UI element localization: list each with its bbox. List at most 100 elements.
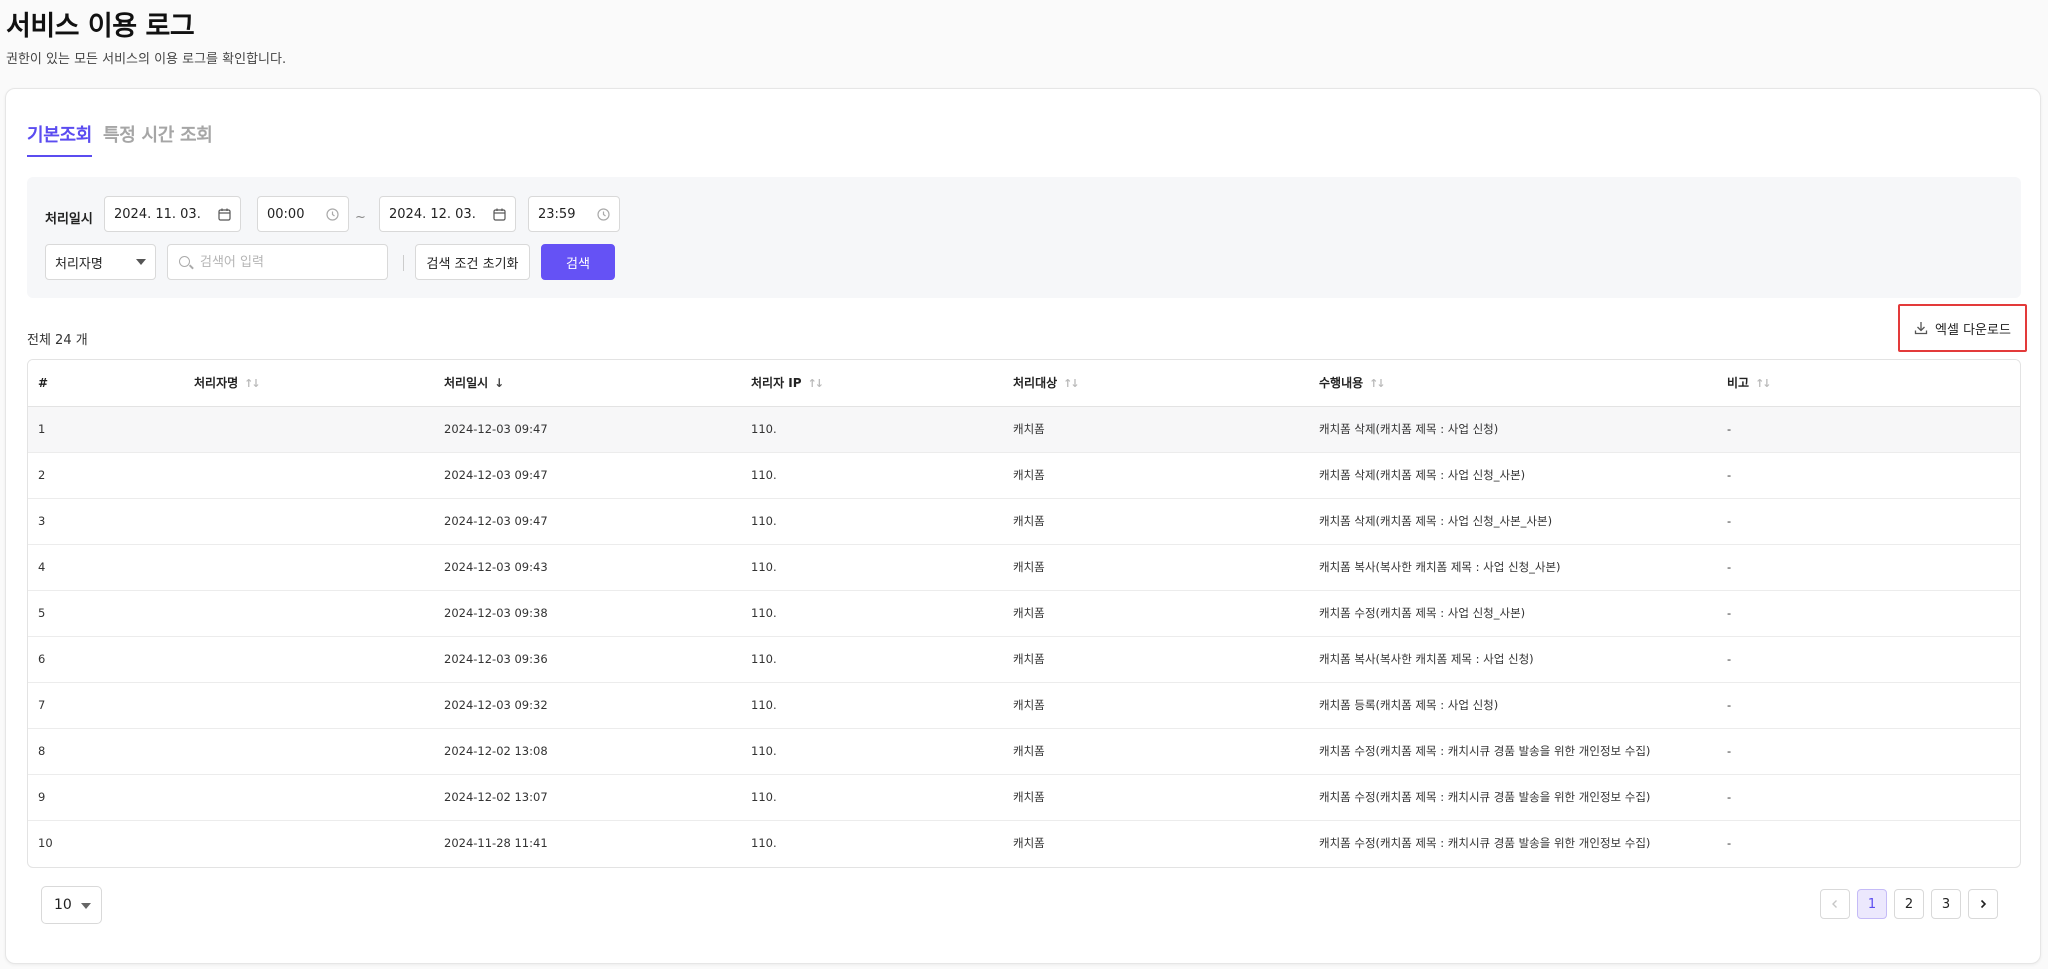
- table-row[interactable]: 6 2024-12-03 09:36 110. 캐치폼 캐치폼 복사(복사한 캐…: [28, 636, 2020, 683]
- cell-no: 2: [28, 452, 184, 499]
- cell-target: 캐치폼: [1003, 682, 1309, 729]
- cell-action: 캐치폼 삭제(캐치폼 제목 : 사업 신청): [1309, 406, 1717, 453]
- page-root: 서비스 이용 로그 권한이 있는 모든 서비스의 이용 로그를 확인합니다. 기…: [0, 0, 2048, 969]
- cell-note: -: [1717, 636, 2020, 683]
- table-row[interactable]: 8 2024-12-02 13:08 110. 캐치폼 캐치폼 수정(캐치폼 제…: [28, 728, 2020, 775]
- calendar-icon: [218, 208, 231, 221]
- cell-user: [184, 406, 434, 453]
- cell-note: -: [1717, 590, 2020, 637]
- cell-target: 캐치폼: [1003, 406, 1309, 453]
- cell-user: [184, 636, 434, 683]
- cell-note: -: [1727, 836, 1732, 851]
- end-date-input[interactable]: 2024. 12. 03.: [379, 196, 516, 232]
- total-count: 전체 24 개: [27, 333, 88, 348]
- end-date-value: 2024. 12. 03.: [389, 206, 476, 222]
- col-header-note[interactable]: 비고 ↑↓: [1717, 360, 2020, 407]
- cell-ip: 110.: [741, 636, 1003, 683]
- cell-target: 캐치폼: [1003, 636, 1309, 683]
- tab-bar: 기본조회 특정 시간 조회: [27, 121, 224, 157]
- cell-target: 캐치폼: [1003, 452, 1309, 499]
- cell-ip: 110.: [741, 590, 1003, 637]
- sort-desc-icon[interactable]: ↓: [494, 376, 504, 390]
- col-header-ip[interactable]: 처리자 IP ↑↓: [741, 360, 1003, 407]
- cell-note: -: [1717, 728, 2020, 775]
- cell-ip: 110.: [741, 682, 1003, 729]
- search-input-wrapper[interactable]: [167, 244, 388, 280]
- main-card: 기본조회 특정 시간 조회 처리일시 2024. 11. 03. 00:00 ~…: [5, 88, 2041, 964]
- cell-action: 캐치폼 수정(캐치폼 제목 : 캐치시큐 경품 발송을 위한 개인정보 수집): [1309, 774, 1717, 821]
- page-3-button[interactable]: 3: [1931, 889, 1961, 919]
- cell-action: 캐치폼 수정(캐치폼 제목 : 캐치시큐 경품 발송을 위한 개인정보 수집): [1319, 836, 1651, 851]
- date-range-separator: ~: [355, 210, 366, 225]
- cell-target: 캐치폼: [1003, 590, 1309, 637]
- col-header-datetime[interactable]: 처리일시 ↓: [434, 360, 741, 407]
- table-row[interactable]: 1 2024-12-03 09:47 110. 캐치폼 캐치폼 삭제(캐치폼 제…: [28, 406, 2020, 453]
- table-row[interactable]: 3 2024-12-03 09:47 110. 캐치폼 캐치폼 삭제(캐치폼 제…: [28, 498, 2020, 545]
- page-1-button[interactable]: 1: [1857, 889, 1887, 919]
- cell-target: 캐치폼: [1013, 836, 1045, 851]
- end-time-input[interactable]: 23:59: [528, 196, 620, 232]
- excel-download-label: 엑셀 다운로드: [1935, 322, 2011, 338]
- page-size-select[interactable]: 10: [41, 886, 102, 924]
- search-input[interactable]: [200, 254, 378, 270]
- cell-ip: 110.: [751, 836, 777, 851]
- download-icon: [1914, 322, 1928, 335]
- cell-note: -: [1717, 452, 2020, 499]
- cell-action: 캐치폼 복사(복사한 캐치폼 제목 : 사업 신청): [1309, 636, 1717, 683]
- cell-ip: 110.: [741, 728, 1003, 775]
- table-row[interactable]: 10 2024-11-28 11:41 110. 캐치폼 캐치폼 수정(캐치폼 …: [28, 820, 2020, 866]
- page-size-value: 10: [54, 897, 72, 913]
- cell-action: 캐치폼 삭제(캐치폼 제목 : 사업 신청_사본): [1309, 452, 1717, 499]
- prev-page-button[interactable]: [1820, 889, 1850, 919]
- cell-user: [184, 774, 434, 821]
- start-time-input[interactable]: 00:00: [257, 196, 349, 232]
- table-row[interactable]: 5 2024-12-03 09:38 110. 캐치폼 캐치폼 수정(캐치폼 제…: [28, 590, 2020, 637]
- page-title: 서비스 이용 로그: [6, 11, 195, 42]
- excel-download-button[interactable]: 엑셀 다운로드: [1898, 304, 2027, 352]
- page-2-button[interactable]: 2: [1894, 889, 1924, 919]
- cell-datetime: 2024-12-03 09:32: [434, 682, 741, 729]
- cell-note: -: [1717, 544, 2020, 591]
- cell-no: 3: [28, 498, 184, 545]
- tab-basic-search[interactable]: 기본조회: [27, 121, 92, 157]
- caret-down-icon: [136, 259, 146, 265]
- cell-note: -: [1717, 406, 2020, 453]
- col-header-no: #: [28, 360, 184, 407]
- calendar-icon: [493, 208, 506, 221]
- reset-filters-button[interactable]: 검색 조건 초기화: [415, 244, 530, 280]
- tab-time-search[interactable]: 특정 시간 조회: [103, 121, 213, 157]
- table-row[interactable]: 7 2024-12-03 09:32 110. 캐치폼 캐치폼 등록(캐치폼 제…: [28, 682, 2020, 729]
- table-row[interactable]: 4 2024-12-03 09:43 110. 캐치폼 캐치폼 복사(복사한 캐…: [28, 544, 2020, 591]
- cell-datetime: 2024-12-02 13:08: [434, 728, 741, 775]
- cell-datetime: 2024-12-03 09:47: [434, 406, 741, 453]
- cell-target: 캐치폼: [1003, 544, 1309, 591]
- sort-icon[interactable]: ↑↓: [1369, 377, 1386, 390]
- date-filter-label: 처리일시: [45, 212, 93, 227]
- col-header-user[interactable]: 처리자명 ↑↓: [184, 360, 434, 407]
- start-date-input[interactable]: 2024. 11. 03.: [104, 196, 241, 232]
- sort-icon[interactable]: ↑↓: [1063, 377, 1080, 390]
- cell-datetime: 2024-11-28 11:41: [444, 836, 548, 851]
- table-row[interactable]: 9 2024-12-02 13:07 110. 캐치폼 캐치폼 수정(캐치폼 제…: [28, 774, 2020, 821]
- col-header-action[interactable]: 수행내용 ↑↓: [1309, 360, 1717, 407]
- sort-icon[interactable]: ↑↓: [1755, 377, 1772, 390]
- cell-datetime: 2024-12-03 09:47: [434, 452, 741, 499]
- sort-icon[interactable]: ↑↓: [808, 377, 825, 390]
- chevron-left-icon: [1832, 900, 1837, 908]
- search-field-select[interactable]: 처리자명: [45, 244, 156, 280]
- cell-target: 캐치폼: [1003, 774, 1309, 821]
- next-page-button[interactable]: [1968, 889, 1998, 919]
- cell-ip: 110.: [741, 498, 1003, 545]
- col-header-target[interactable]: 처리대상 ↑↓: [1003, 360, 1309, 407]
- table-row[interactable]: 2 2024-12-03 09:47 110. 캐치폼 캐치폼 삭제(캐치폼 제…: [28, 452, 2020, 499]
- search-button[interactable]: 검색: [541, 244, 615, 280]
- cell-no: 8: [28, 728, 184, 775]
- cell-ip: 110.: [741, 774, 1003, 821]
- cell-datetime: 2024-12-03 09:38: [434, 590, 741, 637]
- sort-icon[interactable]: ↑↓: [244, 377, 261, 390]
- search-icon: [179, 256, 190, 267]
- cell-note: -: [1717, 498, 2020, 545]
- cell-action: 캐치폼 복사(복사한 캐치폼 제목 : 사업 신청_사본): [1309, 544, 1717, 591]
- cell-datetime: 2024-12-03 09:47: [434, 498, 741, 545]
- cell-ip: 110.: [741, 452, 1003, 499]
